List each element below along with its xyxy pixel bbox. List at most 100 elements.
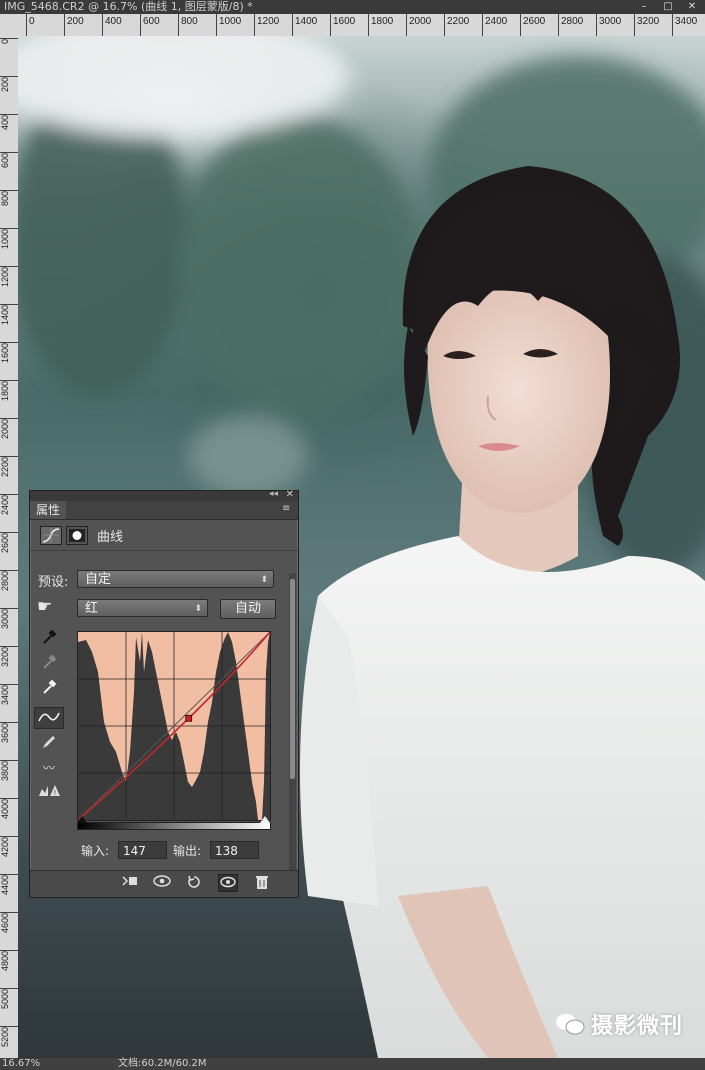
smooth-icon[interactable]: 〰 (34, 757, 64, 779)
vertical-ruler[interactable]: 0 200 400 600 800 1000 1200 1400 1600 1800 2000 220… (0, 36, 19, 1058)
channel-dropdown[interactable]: 红 ⬍ (77, 599, 208, 617)
reset-icon[interactable] (184, 874, 204, 892)
ruler-tick-label: 2200 (0, 456, 18, 479)
ruler-tick-label: 800 (178, 14, 198, 36)
white-point-slider[interactable] (260, 816, 270, 823)
ruler-tick-label: 200 (64, 14, 84, 36)
ruler-tick-label: 2000 (406, 14, 431, 36)
target-adjust-icon[interactable]: ☛ (37, 597, 52, 617)
ruler-tick-label: 3200 (0, 646, 18, 669)
ruler-tick-label: 4400 (0, 874, 18, 897)
ruler-tick-label: 400 (102, 14, 122, 36)
ruler-tick-label: 1600 (330, 14, 355, 36)
ruler-tick-label: 4600 (0, 912, 18, 935)
ruler-tick-label: 3000 (0, 608, 18, 631)
pencil-icon[interactable] (34, 734, 64, 756)
minimize-icon[interactable]: – (637, 0, 651, 12)
output-label: 输出: (173, 844, 202, 858)
clip-to-layer-icon[interactable] (120, 874, 140, 892)
auto-button[interactable]: 自动 (220, 599, 276, 619)
adjustment-title: 曲线 (97, 530, 124, 545)
ruler-tick-label: 2000 (0, 418, 18, 441)
scrollbar-thumb[interactable] (290, 579, 295, 779)
panel-close-icon[interactable]: ✕ (286, 489, 294, 500)
curves-plot[interactable] (78, 632, 270, 820)
ruler-tick-label: 1400 (292, 14, 317, 36)
gray-point-eyedropper-icon[interactable] (34, 654, 64, 676)
ruler-tick-label: 1600 (0, 342, 18, 365)
ruler-tick-label: 0 (26, 14, 35, 36)
clipping-warning-icon[interactable]: ! (34, 781, 64, 803)
ruler-tick-label: 5000 (0, 988, 18, 1011)
ruler-tick-label: 3600 (0, 722, 18, 745)
ruler-tick-label: 4000 (0, 798, 18, 821)
horizontal-ruler[interactable]: 0 200 400 600 800 1000 1200 1400 1600 1800 2000 220… (18, 14, 705, 37)
ruler-tick-label: 800 (0, 190, 18, 208)
ruler-tick-label: 1200 (254, 14, 279, 36)
close-icon[interactable]: ✕ (685, 0, 699, 12)
curve-point-icon[interactable] (34, 707, 64, 729)
maximize-icon[interactable]: □ (661, 0, 675, 12)
ruler-tick-label: 400 (0, 114, 18, 132)
panel-header-strip[interactable]: ◂◂ ✕ (30, 489, 298, 501)
black-point-slider[interactable] (77, 816, 87, 823)
collapse-icon[interactable]: ◂◂ (269, 489, 278, 499)
panel-tab-bar: 属性 ≡ (30, 501, 298, 520)
panel-scrollbar[interactable] (289, 573, 296, 873)
dropdown-arrow-icon: ⬍ (260, 575, 268, 585)
ruler-tick-label: 1200 (0, 266, 18, 289)
adjustment-header: 曲线 (30, 520, 298, 551)
ruler-tick-label: 3800 (0, 760, 18, 783)
trash-icon[interactable] (252, 874, 272, 892)
ruler-tick-label: 600 (0, 152, 18, 170)
ruler-tick-label: 3400 (0, 684, 18, 707)
ruler-tick-label: 4800 (0, 950, 18, 973)
preset-label: 预设: (38, 575, 69, 590)
ruler-origin[interactable] (0, 14, 19, 37)
ruler-tick-label: 3000 (596, 14, 621, 36)
properties-panel[interactable]: ◂◂ ✕ 属性 ≡ 曲线 预设: 自定 ⬍ ☛ 红 ⬍ 自动 〰 ! 输入: 1… (29, 489, 299, 898)
svg-text:!: ! (54, 789, 57, 797)
ruler-tick-label: 0 (0, 38, 18, 46)
preset-value: 自定 (85, 572, 112, 587)
panel-footer (30, 870, 298, 897)
ruler-tick-label: 1800 (368, 14, 393, 36)
output-field[interactable]: 138 (210, 841, 259, 859)
ruler-tick-label: 3200 (634, 14, 659, 36)
ruler-tick-label: 1000 (216, 14, 241, 36)
ruler-tick-label: 600 (140, 14, 160, 36)
input-field[interactable]: 147 (118, 841, 167, 859)
document-title[interactable]: IMG_5468.CR2 @ 16.7% (曲线 1, 图层蒙版/8) * (4, 0, 253, 14)
visibility-icon[interactable] (218, 874, 238, 892)
ruler-tick-label: 2600 (0, 532, 18, 555)
ruler-tick-label: 1800 (0, 380, 18, 403)
black-point-eyedropper-icon[interactable] (34, 629, 64, 651)
wechat-icon (555, 1014, 585, 1035)
watermark: 摄影微刊 (555, 1008, 683, 1040)
view-previous-icon[interactable] (152, 874, 172, 892)
preset-dropdown[interactable]: 自定 ⬍ (77, 570, 274, 588)
ruler-tick-label: 2800 (0, 570, 18, 593)
ruler-tick-label: 2600 (520, 14, 545, 36)
mask-icon[interactable] (66, 526, 88, 545)
white-point-eyedropper-icon[interactable] (34, 679, 64, 701)
curves-adjustment-icon[interactable] (40, 526, 62, 545)
document-info[interactable]: 文档:60.2M/60.2M (118, 1058, 207, 1070)
input-label: 输入: (81, 844, 110, 858)
ruler-tick-label: 1400 (0, 304, 18, 327)
input-gradient-bar (77, 822, 271, 830)
ruler-tick-label: 4200 (0, 836, 18, 859)
ruler-tick-label: 5200 (0, 1026, 18, 1049)
document-tab-bar: IMG_5468.CR2 @ 16.7% (曲线 1, 图层蒙版/8) * – … (0, 0, 705, 14)
ruler-tick-label: 200 (0, 76, 18, 94)
ruler-tick-label: 2400 (0, 494, 18, 517)
tab-properties[interactable]: 属性 (30, 501, 67, 519)
panel-menu-icon[interactable]: ≡ (282, 504, 294, 514)
zoom-level[interactable]: 16.67% (2, 1058, 40, 1070)
dropdown-arrow-icon: ⬍ (194, 604, 202, 614)
ruler-tick-label: 3400 (672, 14, 697, 36)
curves-graph[interactable] (77, 631, 271, 821)
curve-control-point (185, 714, 193, 722)
channel-value: 红 (85, 601, 99, 616)
ruler-tick-label: 2200 (444, 14, 469, 36)
